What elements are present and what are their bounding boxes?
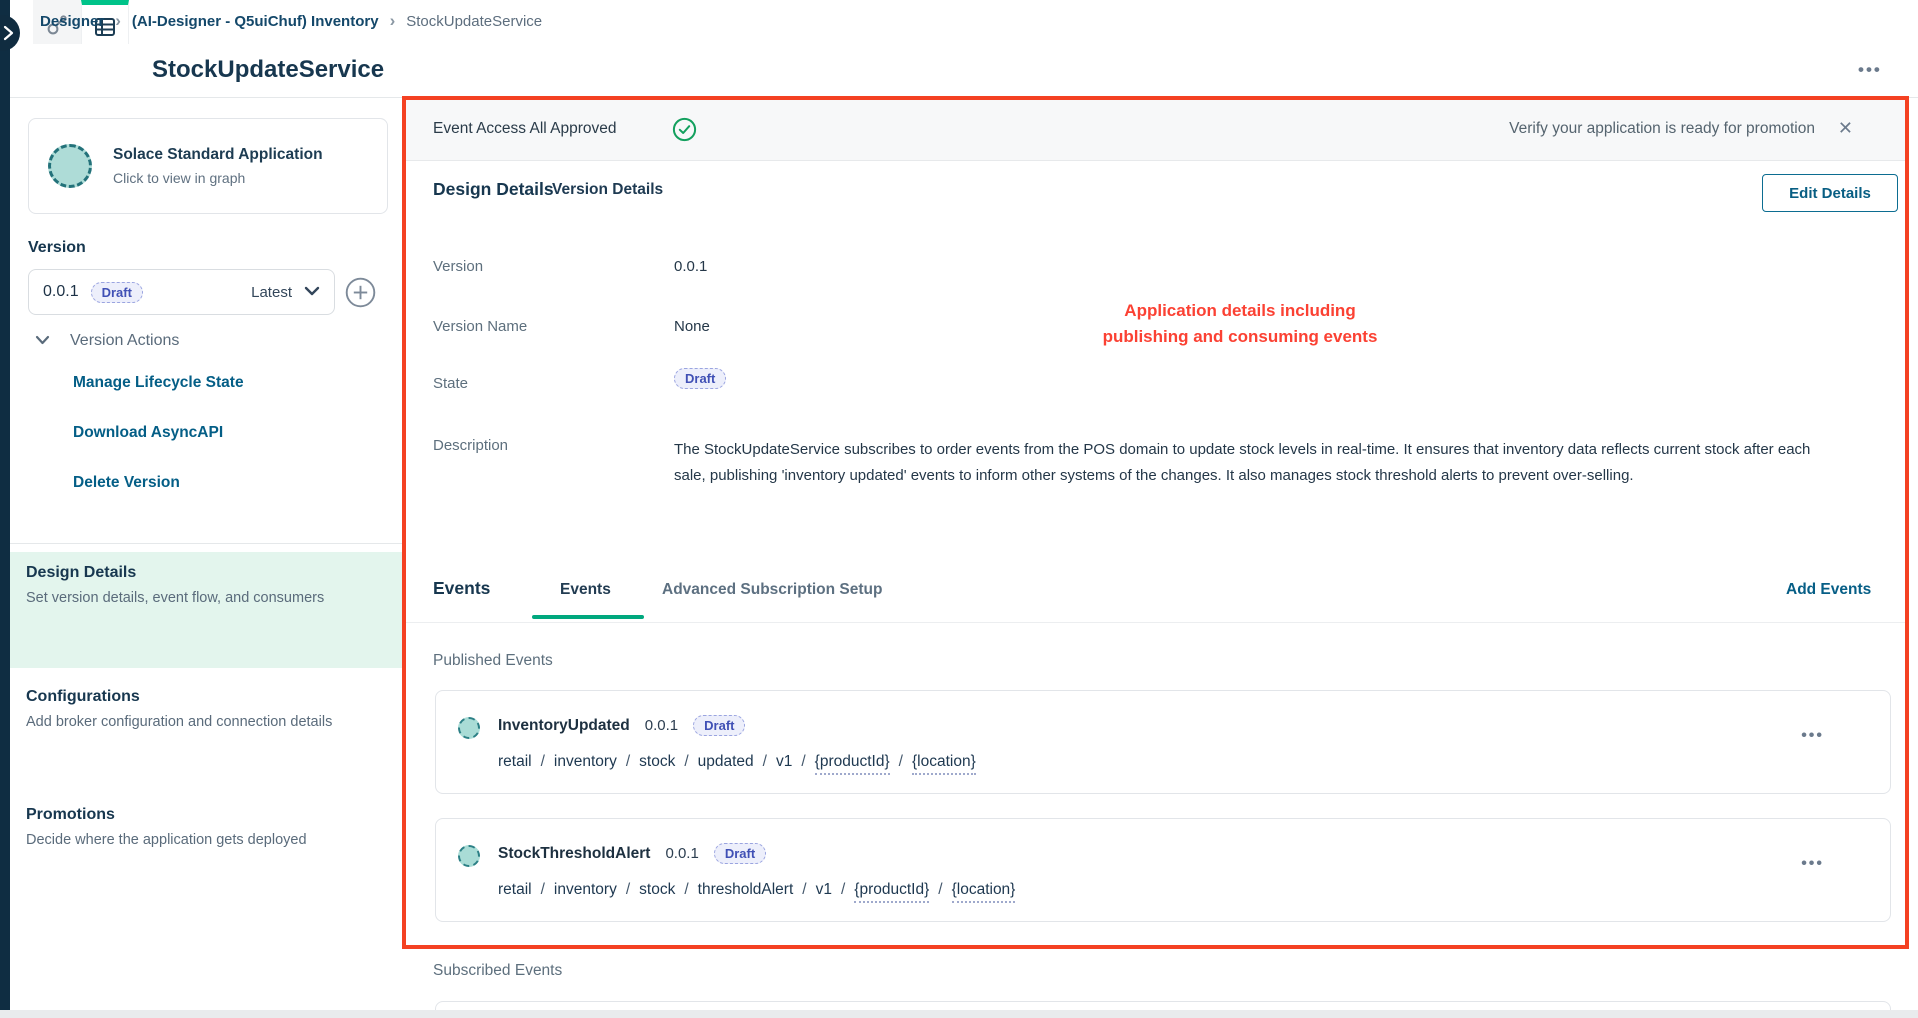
chevron-down-icon [35,332,50,350]
version-name-row-value: None [674,318,710,335]
nav-item-title: Configurations [26,688,382,706]
event-version: 0.0.1 [665,845,698,862]
event-version: 0.0.1 [645,717,678,734]
events-section-heading: Events [433,578,490,599]
edit-details-button[interactable]: Edit Details [1762,174,1898,212]
event-state-badge: Draft [714,843,766,864]
breadcrumb-current: StockUpdateService [406,13,542,30]
sidebar-item-promotions[interactable]: Promotions Decide where the application … [10,794,402,868]
nav-item-subtitle: Add broker configuration and connection … [26,709,361,736]
tab-advanced-subscription-setup[interactable]: Advanced Subscription Setup [662,581,882,599]
more-actions-icon[interactable]: ••• [1801,727,1824,745]
left-rail [0,0,10,1018]
breadcrumb-separator: › [115,12,121,29]
subscribed-events-label: Subscribed Events [433,962,562,980]
version-name-row-label: Version Name [433,318,527,335]
version-state-badge: Draft [91,282,143,303]
app-window: Designer › (AI-Designer - Q5uiChuf) Inve… [0,0,1918,1018]
version-row-label: Version [433,258,483,275]
event-name: InventoryUpdated [498,717,630,735]
breadcrumb: Designer › (AI-Designer - Q5uiChuf) Inve… [40,13,542,30]
download-asyncapi-link[interactable]: Download AsyncAPI [73,424,223,442]
more-actions-icon[interactable]: ••• [1801,855,1824,873]
nav-item-title: Design Details [26,564,382,582]
app-card-subtitle: Click to view in graph [113,170,323,186]
window-bottom-edge [0,1010,1918,1018]
event-state-badge: Draft [693,715,745,736]
description-row-value: The StockUpdateService subscribes to ord… [674,437,1839,489]
selected-tab-underline [532,615,644,619]
sidebar-item-design-details[interactable]: Design Details Set version details, even… [10,552,402,668]
sidebar-item-configurations[interactable]: Configurations Add broker configuration … [10,676,402,750]
delete-version-link[interactable]: Delete Version [73,474,180,492]
event-topic-address: retail/inventory/stock/updated/v1/{produ… [498,753,976,771]
event-icon [458,717,480,739]
event-icon [458,845,480,867]
published-events-label: Published Events [433,652,553,670]
add-events-link[interactable]: Add Events [1786,581,1871,599]
version-actions-toggle[interactable]: Version Actions [35,332,179,350]
breadcrumb-designer[interactable]: Designer [40,13,104,30]
close-icon[interactable]: ✕ [1838,118,1853,139]
annotation-note: Application details including publishing… [1020,298,1460,350]
events-divider [406,622,1905,623]
event-access-status: Event Access All Approved [433,120,617,138]
tab-design-details[interactable]: Design Details [433,179,554,200]
check-circle-icon [672,117,697,147]
page-title: StockUpdateService [152,56,384,84]
nav-item-subtitle: Decide where the application gets deploy… [26,827,382,854]
chevron-right-icon [3,25,14,41]
latest-label: Latest [251,284,292,301]
version-select[interactable]: 0.0.1 Draft Latest [28,269,335,315]
sidebar-divider [10,543,402,544]
details-header: Design Details Version Details Edit Deta… [406,161,1905,222]
breadcrumb-separator: › [390,12,396,29]
nav-item-title: Promotions [26,806,382,824]
annotation-line2: publishing and consuming events [1020,324,1460,350]
tab-events[interactable]: Events [560,581,611,599]
application-graph-card[interactable]: Solace Standard Application Click to vie… [28,118,388,214]
app-card-title: Solace Standard Application [113,146,323,164]
event-card-inventory-updated[interactable]: InventoryUpdated 0.0.1 Draft retail/inve… [435,690,1891,794]
plus-circle-icon [345,295,376,312]
application-icon [48,144,92,188]
version-row-value: 0.0.1 [674,258,707,275]
promotion-message: Verify your application is ready for pro… [1509,120,1815,138]
version-heading: Version [28,239,86,257]
state-row-label: State [433,375,468,392]
chevron-down-icon [304,283,320,301]
more-actions-icon[interactable]: ••• [1858,60,1882,80]
nav-item-subtitle: Set version details, event flow, and con… [26,585,346,612]
add-version-button[interactable] [345,277,376,308]
event-name: StockThresholdAlert [498,845,650,863]
tab-version-details[interactable]: Version Details [552,181,663,199]
event-topic-address: retail/inventory/stock/thresholdAlert/v1… [498,881,1015,899]
version-value: 0.0.1 [43,283,79,301]
annotation-line1: Application details including [1020,298,1460,324]
version-actions-label: Version Actions [70,332,179,350]
event-card-stock-threshold-alert[interactable]: StockThresholdAlert 0.0.1 Draft retail/i… [435,818,1891,922]
promotion-banner: Event Access All Approved Verify your ap… [406,100,1905,161]
state-badge: Draft [674,368,726,389]
breadcrumb-inventory[interactable]: (AI-Designer - Q5uiChuf) Inventory [132,13,379,30]
description-row-label: Description [433,437,508,454]
manage-lifecycle-link[interactable]: Manage Lifecycle State [73,374,244,392]
